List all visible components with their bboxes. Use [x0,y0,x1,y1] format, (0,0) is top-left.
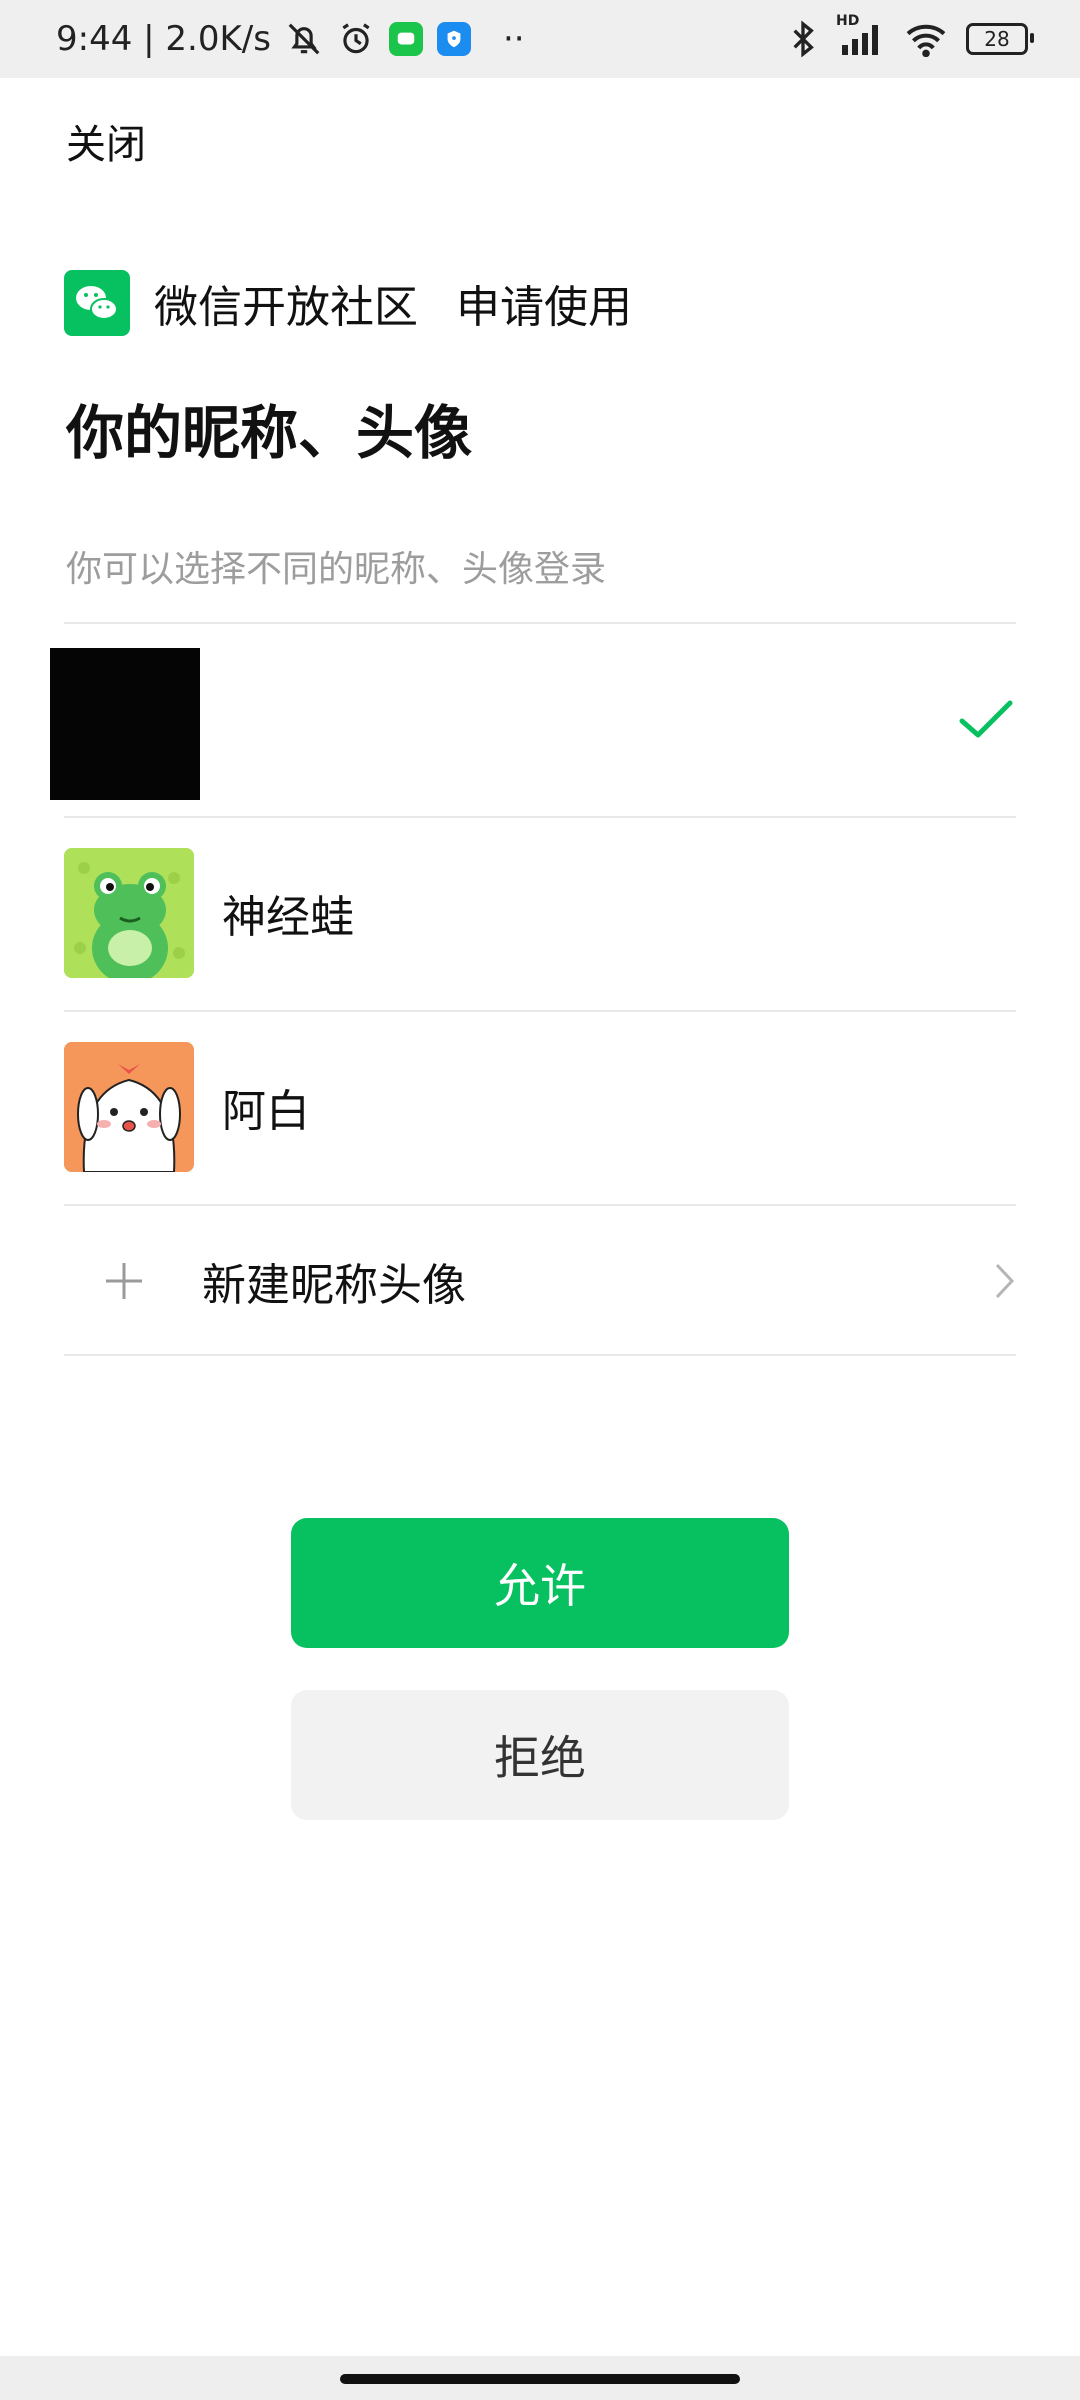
battery-level: 28 [984,27,1010,51]
account-item-dog[interactable]: 阿白 [64,1012,1016,1202]
message-app-icon [388,22,423,56]
allow-button[interactable]: 允许 [291,1518,789,1648]
chevron-right-icon [994,1206,1016,1356]
home-indicator[interactable] [340,2374,740,2384]
account-nickname: 阿白 [222,1086,310,1137]
shield-app-icon [436,22,471,56]
page-subtitle: 你可以选择不同的昵称、头像登录 [66,549,607,590]
time-speed: 9:44 | 2.0K/s [56,19,271,59]
bell-off-icon [285,20,323,58]
close-button[interactable]: 关闭 [66,112,146,170]
dog-avatar [64,1042,194,1172]
wechat-logo-icon [64,270,130,336]
divider [64,1354,1016,1356]
status-bar: 9:44 | 2.0K/s ·· HD 28 [0,0,1080,78]
bluetooth-icon [788,19,818,59]
frog-avatar [64,848,194,978]
deny-button[interactable]: 拒绝 [291,1690,789,1820]
app-action: 申请使用 [456,282,632,333]
page-title: 你的昵称、头像 [66,399,473,467]
hd-label: HD [836,13,860,29]
alarm-icon [337,20,375,58]
plus-icon [94,1246,154,1316]
app-header: 微信开放社区 申请使用 [64,270,632,336]
wifi-icon [904,21,948,57]
account-item-selected[interactable] [64,624,1016,814]
signal-icon: HD [836,13,886,57]
status-dots: ·· [502,19,525,59]
status-left: 9:44 | 2.0K/s ·· [56,0,525,78]
account-nickname: 神经蛙 [222,892,354,943]
app-name: 微信开放社区 [154,282,418,333]
checkmark-icon [956,624,1016,814]
new-profile-label: 新建昵称头像 [202,1260,466,1311]
account-item-frog[interactable]: 神经蛙 [64,818,1016,1008]
new-profile-row[interactable]: 新建昵称头像 [64,1206,1016,1356]
status-right: HD 28 [788,0,1034,78]
battery-icon: 28 [966,23,1034,55]
